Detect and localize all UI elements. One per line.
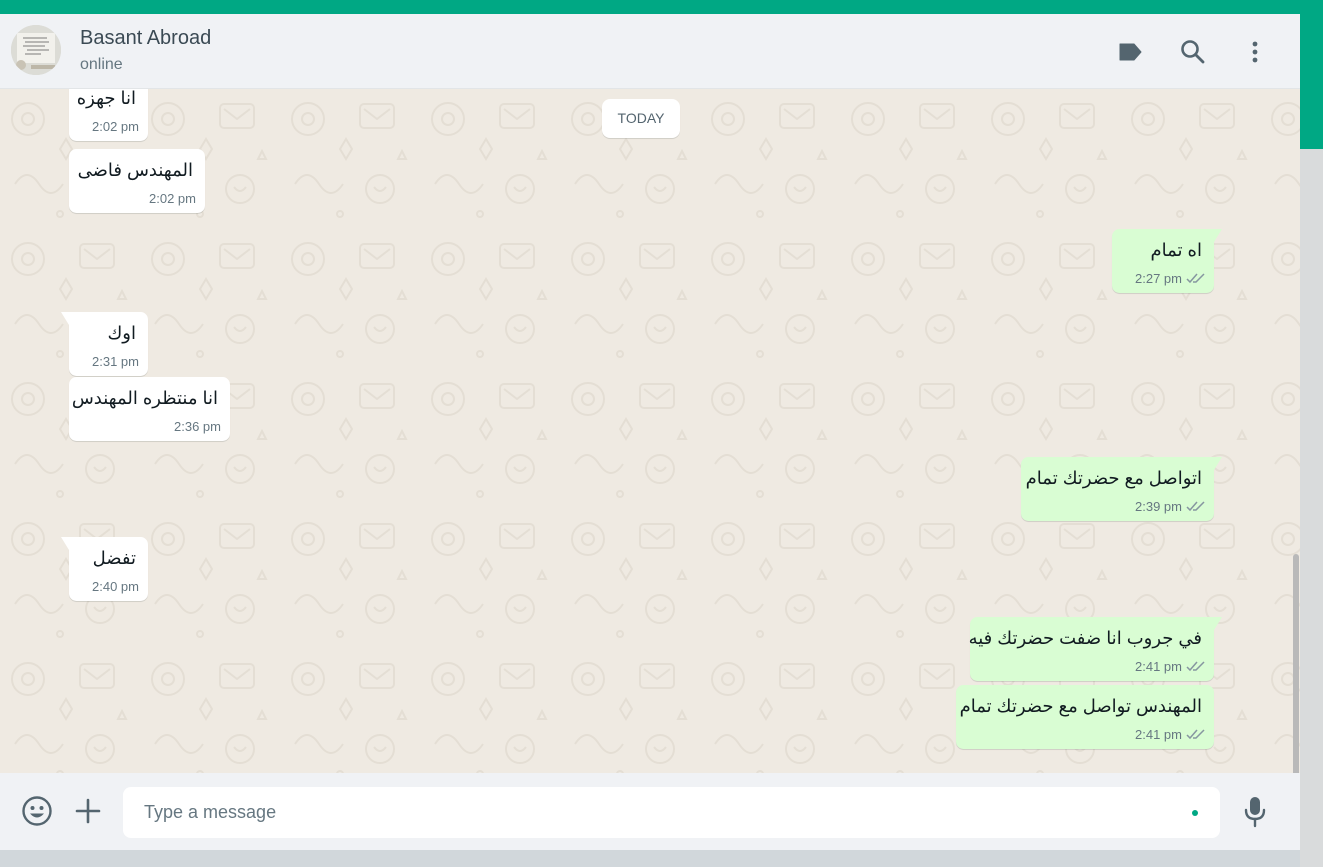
composer-bar bbox=[0, 773, 1300, 850]
contact-status: online bbox=[80, 56, 123, 73]
message-time: 2:40 pm bbox=[92, 579, 139, 594]
attach-plus-icon[interactable] bbox=[74, 797, 102, 825]
avatar-image bbox=[11, 25, 61, 75]
message-text: اوك bbox=[107, 323, 136, 343]
message-time: 2:02 pm bbox=[92, 119, 139, 134]
chat-header: Basant Abroad online bbox=[0, 14, 1300, 89]
incoming-message[interactable]: تفضل 2:40 pm bbox=[61, 537, 148, 601]
chat-window: Basant Abroad online TODAY انا جهزه 2:02… bbox=[0, 14, 1300, 850]
message-time: 2:02 pm bbox=[149, 191, 196, 206]
input-status-dot bbox=[1192, 810, 1198, 816]
message-text: في جروب انا ضفت حضرتك فيه bbox=[968, 628, 1202, 648]
message-text: انا منتظره المهندس bbox=[71, 388, 218, 408]
message-text: المهندس فاضى bbox=[77, 160, 193, 180]
read-ticks-icon bbox=[1186, 661, 1205, 672]
outgoing-message[interactable]: اه تمام 2:27 pm bbox=[1112, 229, 1222, 293]
message-list-scrollbar[interactable] bbox=[1293, 554, 1299, 773]
window-bottom-edge bbox=[0, 850, 1300, 867]
outgoing-message[interactable]: اتواصل مع حضرتك تمام 2:39 pm bbox=[1021, 457, 1222, 521]
message-time: 2:39 pm bbox=[1135, 499, 1182, 514]
read-ticks-icon bbox=[1186, 501, 1205, 512]
incoming-message[interactable]: انا جهزه 2:02 pm bbox=[69, 89, 148, 141]
window-top-accent bbox=[0, 0, 1323, 14]
label-icon[interactable] bbox=[1116, 38, 1144, 66]
incoming-message[interactable]: المهندس فاضى 2:02 pm bbox=[69, 149, 205, 213]
emoji-icon[interactable] bbox=[21, 795, 53, 827]
message-time: 2:41 pm bbox=[1135, 727, 1182, 742]
menu-icon[interactable] bbox=[1241, 38, 1269, 66]
message-time: 2:36 pm bbox=[174, 419, 221, 434]
contact-name[interactable]: Basant Abroad bbox=[80, 27, 211, 50]
message-text: تفضل bbox=[92, 548, 136, 568]
read-ticks-icon bbox=[1186, 273, 1205, 284]
incoming-message[interactable]: انا منتظره المهندس 2:36 pm bbox=[69, 377, 230, 441]
contact-avatar[interactable] bbox=[11, 25, 61, 75]
window-right-accent bbox=[1300, 14, 1323, 149]
message-input[interactable] bbox=[123, 787, 1220, 838]
incoming-message[interactable]: اوك 2:31 pm bbox=[61, 312, 148, 376]
read-ticks-icon bbox=[1186, 729, 1205, 740]
outgoing-message[interactable]: في جروب انا ضفت حضرتك فيه 2:41 pm bbox=[968, 617, 1222, 681]
message-time: 2:31 pm bbox=[92, 354, 139, 369]
window-right-edge bbox=[1300, 149, 1323, 867]
message-time: 2:41 pm bbox=[1135, 659, 1182, 674]
search-icon[interactable] bbox=[1179, 38, 1207, 66]
message-list[interactable]: TODAY انا جهزه 2:02 pm المهندس فاضى 2:02… bbox=[0, 89, 1300, 773]
microphone-icon[interactable] bbox=[1242, 795, 1268, 829]
date-divider: TODAY bbox=[602, 99, 680, 138]
message-text: المهندس تواصل مع حضرتك تمام bbox=[959, 696, 1202, 716]
outgoing-message[interactable]: المهندس تواصل مع حضرتك تمام 2:41 pm bbox=[956, 685, 1214, 749]
message-time: 2:27 pm bbox=[1135, 271, 1182, 286]
message-text: اه تمام bbox=[1150, 240, 1202, 260]
message-text: انا جهزه bbox=[76, 89, 136, 108]
message-text: اتواصل مع حضرتك تمام bbox=[1025, 468, 1202, 488]
